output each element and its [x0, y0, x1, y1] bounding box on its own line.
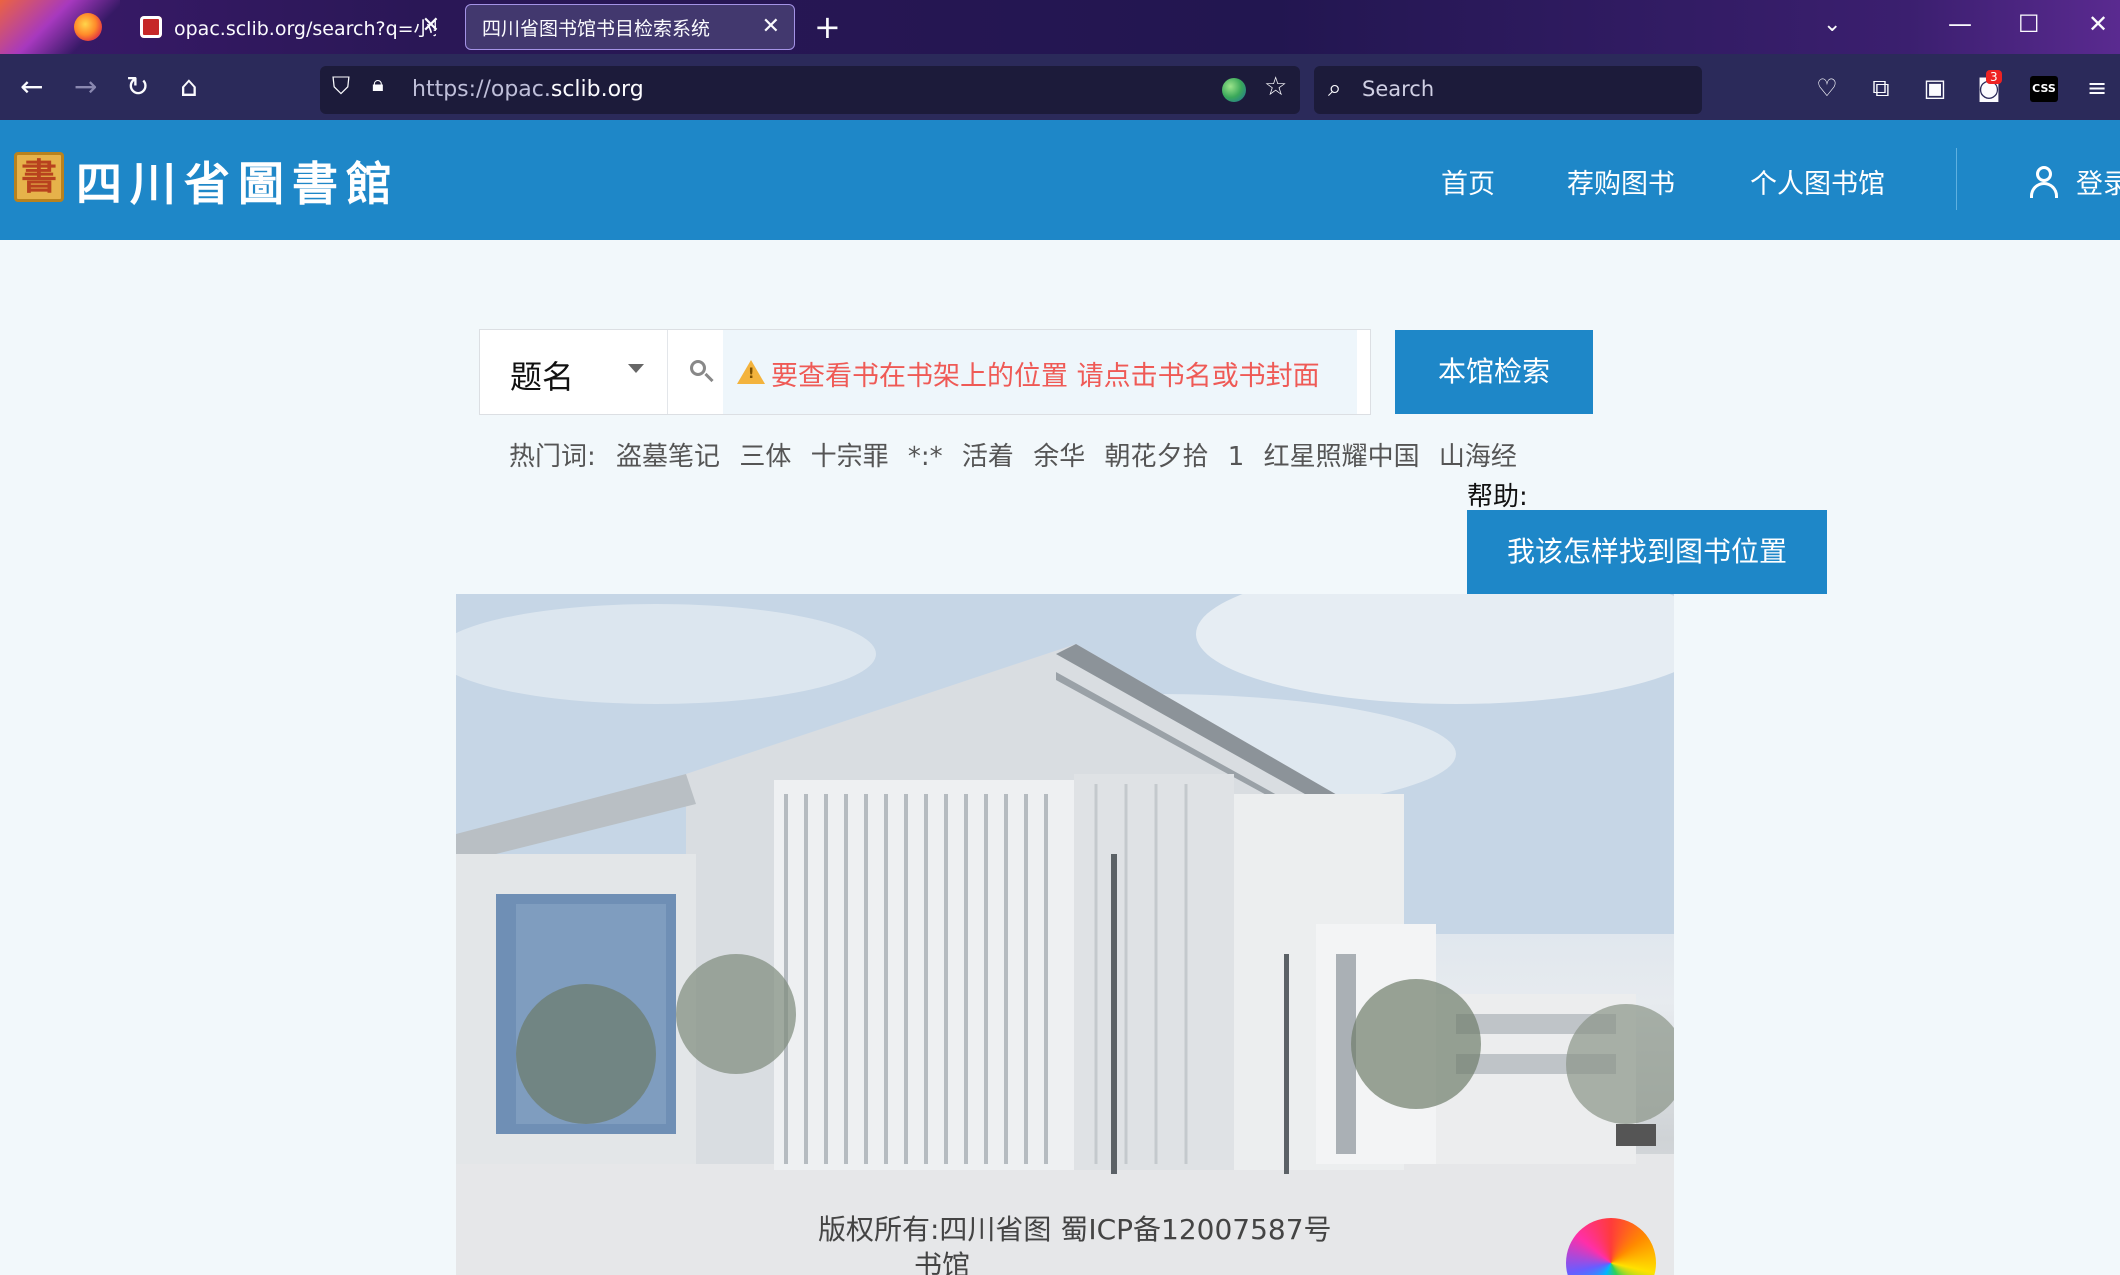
nav-home-link[interactable]: 首页 — [1441, 162, 1495, 201]
extension-globe-icon[interactable] — [1222, 78, 1246, 102]
hot-keyword[interactable]: 山海经 — [1439, 442, 1517, 472]
hot-keyword[interactable]: 三体 — [739, 442, 791, 472]
hot-keyword[interactable]: *:* — [908, 442, 943, 472]
nav-divider — [1956, 148, 1957, 210]
firefox-menu-icon[interactable] — [74, 13, 102, 41]
hot-keyword[interactable]: 朝花夕拾 — [1104, 442, 1208, 472]
footer-copyright-line2: 书馆 — [914, 1249, 971, 1275]
library-logo-text[interactable]: 四川省圖書館 — [76, 148, 400, 214]
login-link[interactable]: 登录 — [2076, 162, 2120, 201]
browser-search-bar[interactable]: ⌕ Search — [1314, 66, 1702, 114]
warning-icon — [737, 360, 765, 384]
home-icon[interactable]: ⌂ — [180, 70, 198, 103]
css-extension-icon[interactable]: CSS — [2030, 76, 2058, 102]
close-tab-icon[interactable]: ✕ — [762, 14, 780, 39]
search-icon — [686, 356, 718, 388]
url-text[interactable]: https://opac.sclib.org — [412, 77, 644, 102]
library-search-button[interactable]: 本馆检索 — [1395, 330, 1593, 414]
catalog-search-box: 题名 要查看书在书架上的位置 请点击书名或书封面 — [479, 329, 1371, 415]
browser-tab-active[interactable]: 四川省图书馆书目检索系统 ✕ — [465, 4, 795, 50]
reload-icon[interactable]: ↻ — [126, 70, 149, 103]
help-label: 帮助: — [1467, 482, 1528, 512]
hamburger-menu-icon[interactable]: ≡ — [2082, 74, 2112, 104]
close-window-icon[interactable]: ✕ — [2088, 10, 2108, 38]
building-illustration — [456, 594, 1674, 1275]
hot-keywords: 热门词: 盗墓笔记 三体 十宗罪 *:* 活着 余华 朝花夕拾 1 红星照耀中国… — [509, 436, 1528, 473]
search-hint-text: 要查看书在书架上的位置 请点击书名或书封面 — [771, 361, 1320, 392]
back-arrow-icon[interactable]: ← — [20, 70, 43, 103]
maximize-window-icon[interactable]: ☐ — [2018, 10, 2040, 38]
search-input[interactable]: 要查看书在书架上的位置 请点击书名或书封面 — [723, 330, 1357, 414]
hot-keyword[interactable]: 红星照耀中国 — [1264, 442, 1420, 472]
library-logo-seal[interactable]: 書 — [14, 152, 64, 202]
nav-personal-library-link[interactable]: 个人图书馆 — [1750, 162, 1885, 201]
browser-tab[interactable]: opac.sclib.org/search?q=小柴昌 ✕ — [124, 4, 454, 50]
find-book-location-button[interactable]: 我该怎样找到图书位置 — [1467, 510, 1827, 594]
translate-extension-icon[interactable]: ▣ — [1920, 74, 1950, 104]
minimize-window-icon[interactable]: — — [1948, 10, 1972, 38]
extension-badge: 3 — [1986, 70, 2002, 84]
close-tab-icon[interactable]: ✕ — [422, 13, 440, 38]
tabstrip-decoration — [0, 0, 120, 60]
hot-keyword[interactable]: 十宗罪 — [811, 442, 889, 472]
library-building-photo — [456, 594, 1674, 1275]
hot-keyword[interactable]: 余华 — [1033, 442, 1085, 472]
new-tab-icon[interactable]: + — [814, 8, 841, 46]
caret-down-icon — [628, 364, 644, 373]
pocket-icon[interactable]: ♡ — [1812, 74, 1842, 104]
footer-copyright: 版权所有:四川省图 蜀ICP备12007587号 — [818, 1213, 1332, 1246]
hot-keyword[interactable]: 1 — [1228, 442, 1245, 472]
lock-icon[interactable]: 🔒︎ — [372, 72, 384, 97]
user-icon[interactable] — [2030, 166, 2058, 198]
bookmark-star-icon[interactable]: ☆ — [1264, 72, 1287, 102]
site-favicon-icon — [140, 16, 162, 38]
hot-keywords-label: 热门词: — [509, 442, 596, 472]
hot-keyword[interactable]: 盗墓笔记 — [616, 442, 720, 472]
forward-arrow-icon[interactable]: → — [74, 70, 97, 103]
tab-title: 四川省图书馆书目检索系统 — [482, 17, 711, 40]
extensions-puzzle-icon[interactable]: ⧉ — [1866, 74, 1896, 104]
search-type-select[interactable]: 题名 — [480, 330, 668, 414]
search-icon: ⌕ — [1328, 74, 1342, 102]
hot-keyword[interactable]: 活着 — [962, 442, 1014, 472]
browser-tab-strip: opac.sclib.org/search?q=小柴昌 ✕ 四川省图书馆书目检索… — [0, 0, 2120, 60]
tab-list-chevron-down-icon[interactable]: ⌄ — [1823, 12, 1841, 37]
search-type-value: 题名 — [510, 358, 575, 396]
shield-icon[interactable]: ⛉ — [332, 72, 350, 100]
tab-title: opac.sclib.org/search?q=小柴昌 — [174, 17, 436, 40]
search-placeholder: Search — [1362, 77, 1435, 101]
nav-recommend-books-link[interactable]: 荐购图书 — [1567, 162, 1675, 201]
